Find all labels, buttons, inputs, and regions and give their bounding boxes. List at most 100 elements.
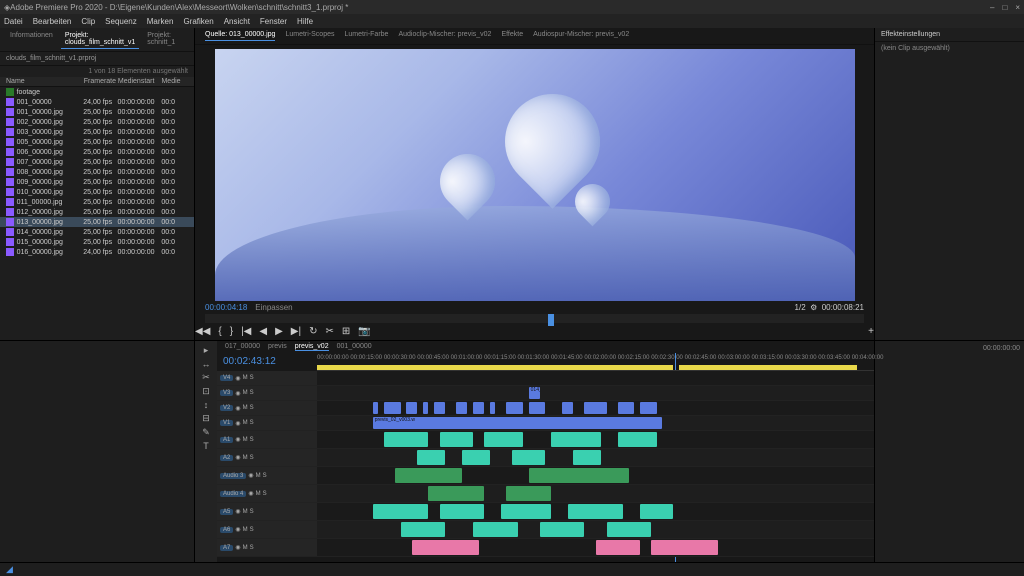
go-out-button[interactable]: ↻ [309, 326, 317, 337]
video-clip[interactable] [384, 402, 401, 414]
audio-clip[interactable] [484, 432, 523, 447]
video-clip[interactable] [456, 402, 467, 414]
audio-clip[interactable] [529, 468, 629, 483]
menu-grafiken[interactable]: Grafiken [183, 17, 213, 26]
video-clip[interactable] [473, 402, 484, 414]
export-frame-button[interactable]: 📷 [358, 326, 370, 337]
track-select-tool[interactable]: ↔ [202, 359, 211, 369]
bin-row[interactable]: 006_00000.jpg25,00 fps00:00:00:0000:0 [0, 147, 194, 157]
bin-row[interactable]: 015_00000.jpg25,00 fps00:00:00:0000:0 [0, 237, 194, 247]
bin-row[interactable]: 005_00000.jpg25,00 fps00:00:00:0000:0 [0, 137, 194, 147]
video-clip[interactable]: previs_02_v003.w [373, 417, 663, 429]
video-clip[interactable] [506, 402, 523, 414]
track-header[interactable]: V2◉MS [217, 401, 317, 416]
audio-clip[interactable] [506, 486, 551, 501]
menu-hilfe[interactable]: Hilfe [297, 17, 313, 26]
audio-clip[interactable] [440, 432, 473, 447]
scrub-bar[interactable] [205, 314, 864, 323]
seq-tab-1[interactable]: previs [268, 343, 287, 351]
track-header[interactable]: A2◉MS [217, 449, 317, 467]
track-header[interactable]: A5◉MS [217, 503, 317, 521]
bin-row[interactable]: 009_00000.jpg25,00 fps00:00:00:0000:0 [0, 177, 194, 187]
audio-clip[interactable] [473, 522, 518, 537]
insert-button[interactable]: ✂ [325, 326, 333, 337]
video-clip[interactable] [434, 402, 445, 414]
tab-lumetri-scopes[interactable]: Lumetri-Scopes [285, 31, 334, 41]
audio-clip[interactable] [596, 540, 641, 555]
audio-clip[interactable] [568, 504, 624, 519]
audio-clip[interactable] [428, 486, 484, 501]
menu-fenster[interactable]: Fenster [260, 17, 287, 26]
tab-effects[interactable]: Effekte [501, 31, 523, 41]
go-in-button[interactable]: |◀ [241, 326, 251, 337]
tab-project[interactable]: Projekt: clouds_film_schnitt_v1 [61, 30, 139, 49]
track-header[interactable]: V3◉MS [217, 386, 317, 401]
bin-row[interactable]: 001_0000024,00 fps00:00:00:0000:0 [0, 97, 194, 107]
audio-clip[interactable] [551, 432, 601, 447]
playhead-icon[interactable] [548, 314, 554, 326]
video-clip[interactable] [423, 402, 429, 414]
audio-clip[interactable] [395, 468, 462, 483]
audio-clip[interactable] [417, 450, 445, 465]
step-back-button[interactable]: ◀ [259, 326, 267, 337]
track-header[interactable]: Audio 3◉MS [217, 467, 317, 485]
audio-clip[interactable] [462, 450, 490, 465]
ripple-tool[interactable]: ✂ [202, 372, 210, 383]
fit-dropdown[interactable]: Einpassen [255, 303, 292, 312]
video-clip[interactable] [584, 402, 606, 414]
close-button[interactable]: × [1015, 3, 1020, 12]
bin-row[interactable]: 016_00000.jpg24,00 fps00:00:00:0000:0 [0, 247, 194, 257]
menu-bearbeiten[interactable]: Bearbeiten [33, 17, 72, 26]
maximize-button[interactable]: □ [1002, 3, 1007, 12]
audio-clip[interactable] [412, 540, 479, 555]
menu-datei[interactable]: Datei [4, 17, 23, 26]
audio-clip[interactable] [618, 432, 657, 447]
track-header[interactable]: V1◉MS [217, 416, 317, 431]
bin-row[interactable]: 002_00000.jpg25,00 fps00:00:00:0000:0 [0, 117, 194, 127]
seq-tab-3[interactable]: 001_00000 [337, 343, 372, 351]
menu-clip[interactable]: Clip [81, 17, 95, 26]
scale-dropdown[interactable]: 1/2 [795, 303, 806, 312]
minimize-button[interactable]: – [990, 3, 994, 12]
video-clip[interactable] [490, 402, 496, 414]
type-tool[interactable]: T [203, 441, 209, 451]
bin-list[interactable]: footage001_0000024,00 fps00:00:00:0000:0… [0, 87, 194, 257]
track-header[interactable]: A7◉MS [217, 539, 317, 557]
menu-sequenz[interactable]: Sequenz [105, 17, 137, 26]
out-bracket-button[interactable]: } [230, 326, 233, 337]
menu-ansicht[interactable]: Ansicht [224, 17, 250, 26]
seq-tab-0[interactable]: 017_00000 [225, 343, 260, 351]
new-item-icon[interactable]: ◢ [6, 564, 13, 575]
seq-tab-2[interactable]: previs_v02 [295, 343, 329, 351]
timeline-ruler[interactable]: 00:00:00:0000:00:15:0000:00:30:0000:00:4… [317, 353, 874, 371]
hand-tool[interactable]: ✎ [202, 427, 210, 438]
tab-project2[interactable]: Projekt: schnitt_1 [143, 30, 188, 49]
bin-row[interactable]: 010_00000.jpg25,00 fps00:00:00:0000:0 [0, 187, 194, 197]
audio-clip[interactable] [540, 522, 585, 537]
timecode-in[interactable]: 00:00:04:18 [205, 303, 247, 312]
audio-clip[interactable] [501, 504, 551, 519]
video-clip[interactable] [373, 402, 379, 414]
settings-icon[interactable]: ⚙ [810, 303, 817, 312]
tab-audiotrack-mixer[interactable]: Audiospur-Mischer: previs_v02 [533, 31, 629, 41]
menu-marken[interactable]: Marken [147, 17, 174, 26]
audio-clip[interactable] [573, 450, 601, 465]
audio-clip[interactable] [512, 450, 545, 465]
timecode-out[interactable]: 00:00:08:21 [822, 303, 864, 312]
bin-row[interactable]: 001_00000.jpg25,00 fps00:00:00:0000:0 [0, 107, 194, 117]
tab-lumetri-color[interactable]: Lumetri-Farbe [344, 31, 388, 41]
selection-tool[interactable]: ▸ [204, 345, 209, 356]
bin-row[interactable]: 011_00000.jpg25,00 fps00:00:00:0000:0 [0, 197, 194, 207]
video-clip[interactable] [406, 402, 417, 414]
timeline-playhead[interactable] [675, 353, 676, 370]
pen-tool[interactable]: ⊟ [202, 413, 210, 424]
audio-clip[interactable] [640, 504, 673, 519]
timeline-lanes[interactable]: 014_0000previs_02_v003.w [317, 371, 874, 562]
audio-clip[interactable] [373, 504, 429, 519]
play-button[interactable]: ▶ [275, 326, 283, 337]
track-header[interactable]: A6◉MS [217, 521, 317, 539]
master-timecode[interactable]: 00:02:43:12 [217, 353, 317, 370]
video-clip[interactable] [640, 402, 657, 414]
track-header[interactable]: Audio 4◉MS [217, 485, 317, 503]
in-bracket-button[interactable]: { [218, 326, 221, 337]
